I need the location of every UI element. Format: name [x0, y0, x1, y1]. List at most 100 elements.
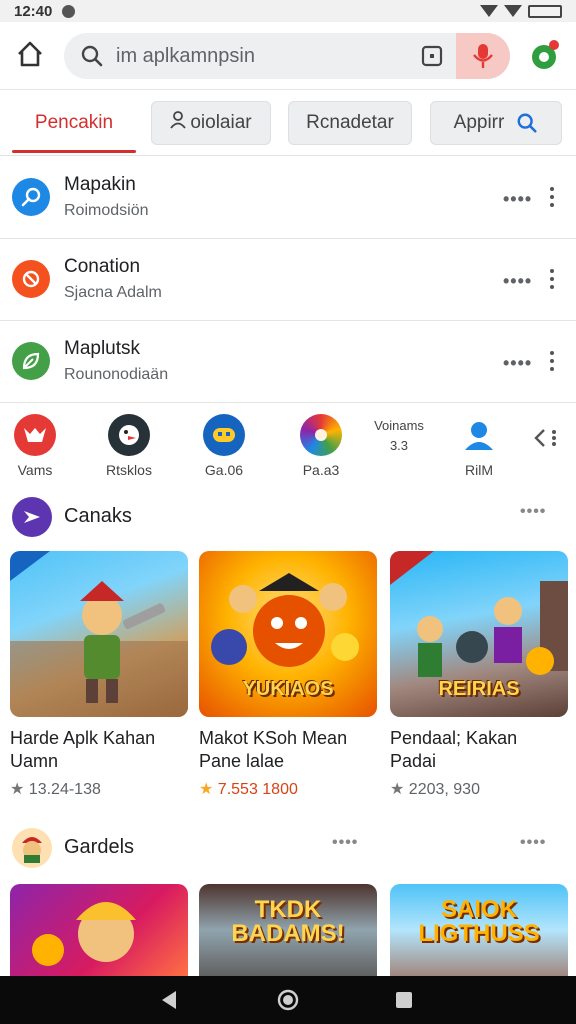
- star-icon: ★: [10, 781, 29, 798]
- search-icon: [517, 113, 537, 133]
- penguin-icon: [108, 414, 150, 456]
- art-title: SAIOK LIGTHUSS: [418, 896, 540, 947]
- battery-icon: [528, 4, 562, 18]
- star-icon: ★: [390, 781, 409, 798]
- mask-icon: [14, 414, 56, 456]
- shortcut-label: Ga.06: [204, 462, 244, 478]
- palette-icon: [300, 414, 342, 456]
- art-title: TKDK BADAMS!: [231, 896, 345, 947]
- more-dots-icon[interactable]: ••••: [503, 189, 532, 210]
- app-name: Pendaal; Kakan: [390, 728, 518, 748]
- gamer-avatar-icon: [12, 828, 52, 868]
- shortcut-label: Pa.a3: [302, 462, 340, 478]
- hero-game-art[interactable]: [10, 884, 188, 976]
- road-game-art[interactable]: TKDK BADAMS!: [199, 884, 377, 976]
- tab-rcnadetar[interactable]: Rcnadetar: [288, 101, 412, 145]
- search-icon: [81, 45, 103, 67]
- shortcut-rtsklos[interactable]: Rtsklos: [94, 414, 164, 480]
- section-title: Canaks: [64, 505, 132, 527]
- home-nav-icon[interactable]: [276, 988, 300, 1012]
- status-bar: 12:40: [0, 0, 576, 22]
- home-icon: [18, 41, 42, 67]
- shortcut-voinams[interactable]: Voinams 3.3: [364, 414, 434, 480]
- signal-icon: [504, 5, 522, 17]
- overflow-menu-icon[interactable]: [544, 261, 560, 297]
- shortcut-ga06[interactable]: Ga.06: [189, 414, 259, 480]
- app-name-line2: Uamn: [10, 751, 59, 771]
- shortcut-rilm[interactable]: RilM: [444, 414, 514, 480]
- tab-label: Rcnadetar: [306, 112, 394, 133]
- list-item-subtitle: Roimodsiön: [64, 202, 149, 219]
- list-item-subtitle: Rounonodiaän: [64, 366, 169, 383]
- art-title: YUKIAOS: [242, 678, 334, 700]
- shortcut-label: RilM: [465, 462, 493, 478]
- warrior-game-art: [10, 551, 188, 717]
- shortcut-overflow[interactable]: [532, 426, 562, 450]
- shortcut-value: 3.3: [389, 438, 409, 453]
- system-nav-bar: [0, 976, 576, 1024]
- app-card[interactable]: REIRIAS Pendaal; Kakan Padai ★ 2203, 930: [390, 551, 570, 799]
- app-rating: ★ 7.553 1800: [199, 779, 379, 799]
- leaf-icon: [12, 342, 50, 380]
- app-name-line2: Pane lalae: [199, 751, 285, 771]
- overflow-menu-icon[interactable]: [544, 343, 560, 379]
- person-icon: [170, 111, 187, 135]
- list-item[interactable]: Maplutsk Rounonodiaän ••••: [0, 321, 576, 403]
- list-item[interactable]: Conation Sjacna Adalm ••••: [0, 239, 576, 321]
- more-dots-icon[interactable]: ••••: [520, 834, 546, 852]
- more-dots-icon[interactable]: ••••: [503, 271, 532, 292]
- shortcut-label: Vams: [17, 462, 53, 478]
- search-header: [0, 22, 576, 90]
- more-dots-icon[interactable]: ••••: [503, 353, 532, 374]
- back-icon[interactable]: [158, 988, 182, 1012]
- app-name: Makot KSoh Mean: [199, 728, 348, 748]
- status-time: 12:40: [14, 2, 53, 20]
- tab-oiolaiar[interactable]: oiolaiar: [151, 101, 271, 145]
- section-header: Canaks ••••: [0, 495, 576, 539]
- rating-value: 7.553 1800: [217, 781, 298, 798]
- microphone-icon: [473, 44, 493, 68]
- settings-button[interactable]: [526, 38, 562, 74]
- shortcut-label: Rtsklos: [106, 462, 152, 478]
- star-icon: ★: [199, 781, 218, 798]
- user-icon: [458, 414, 500, 456]
- party-game-art: REIRIAS: [390, 551, 568, 717]
- list-item-title: Conation: [64, 256, 141, 277]
- more-dots-icon[interactable]: ••••: [332, 834, 358, 852]
- section-header: Gardels •••• ••••: [0, 826, 576, 870]
- home-button[interactable]: [12, 36, 48, 72]
- rating-value: 13.24-138: [28, 781, 101, 798]
- shortcut-vams[interactable]: Vams: [0, 414, 70, 480]
- app-name-line2: Padai: [390, 751, 437, 771]
- search-bar[interactable]: [64, 33, 510, 79]
- overflow-menu-icon[interactable]: [544, 179, 560, 215]
- tab-label: Pencakin: [34, 112, 114, 133]
- list-item[interactable]: Mapakin Roimodsiön ••••: [0, 157, 576, 239]
- more-dots-icon[interactable]: ••••: [520, 503, 546, 521]
- recents-icon[interactable]: [392, 988, 416, 1012]
- shortcut-paa3[interactable]: Pa.a3: [286, 414, 356, 480]
- tab-label: oiolaiar: [190, 112, 252, 133]
- wifi-icon: [480, 5, 498, 17]
- search-input[interactable]: [116, 33, 406, 79]
- compass-icon: [12, 178, 50, 216]
- app-name: Harde Aplk Kahan: [10, 728, 156, 748]
- list-item-title: Maplutsk: [64, 338, 141, 359]
- gear-icon: [532, 40, 559, 69]
- tab-pencakin[interactable]: Pencakin: [12, 101, 136, 153]
- tab-appirr[interactable]: Appirr: [430, 101, 562, 145]
- controller-icon: [203, 414, 245, 456]
- tab-label: Appirr: [453, 112, 505, 133]
- app-rating: ★ 2203, 930: [390, 779, 570, 799]
- tab-bar: Pencakin oiolaiar Rcnadetar Appirr: [0, 90, 576, 156]
- app-card[interactable]: YUKIAOS Makot KSoh Mean Pane lalae ★ 7.5…: [199, 551, 379, 799]
- section-title: Gardels: [64, 836, 135, 858]
- app-card[interactable]: Harde Aplk Kahan Uamn ★ 13.24-138: [10, 551, 190, 799]
- fox-game-art: YUKIAOS: [199, 551, 377, 717]
- star-burst-icon: [12, 497, 52, 537]
- list-item-title: Mapakin: [64, 174, 136, 195]
- notification-icon: [62, 4, 76, 18]
- scan-icon[interactable]: [420, 44, 444, 68]
- village-game-art[interactable]: SAIOK LIGTHUSS: [390, 884, 568, 976]
- voice-search-button[interactable]: [456, 33, 510, 79]
